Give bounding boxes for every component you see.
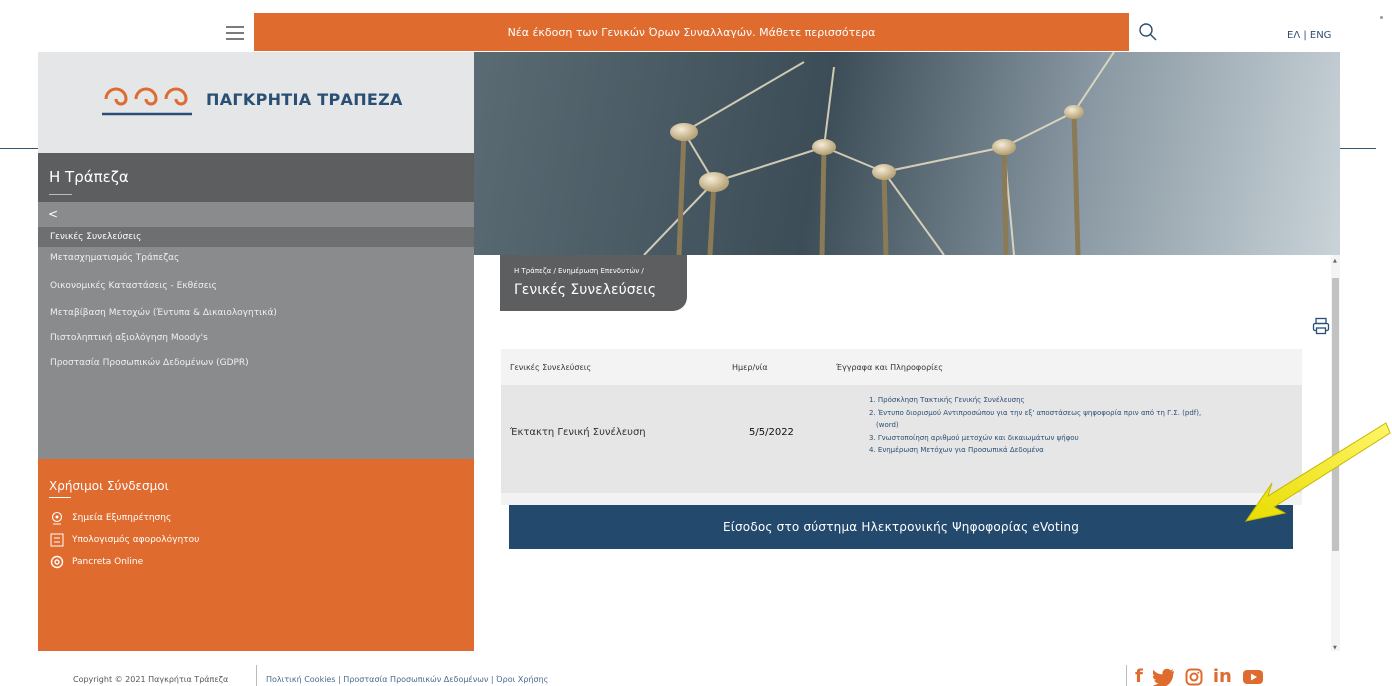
page-title: Γενικές Συνελεύσεις <box>514 282 657 298</box>
language-switcher[interactable]: ΕΛ | ENG <box>1287 30 1331 41</box>
column-header-documents: Έγγραφα και Πληροφορίες <box>836 363 943 372</box>
useful-links-panel: Χρήσιμοι Σύνδεσμοι Σημεία Εξυπηρέτησης Υ… <box>38 459 474 651</box>
at-sign-icon <box>50 555 64 569</box>
document-link-data-protection[interactable]: 4. Ενημέρωση Μετόχων για Προσωπικά Δεδομ… <box>869 444 1294 457</box>
page-header-box: Η Τράπεζα / Ενημέρωση Επενδυτών / Γενικέ… <box>500 255 687 311</box>
sidebar-item-financial-statements[interactable]: Οικονομικές Καταστάσεις - Εκθέσεις <box>38 276 474 296</box>
useful-link-tax-calculator[interactable]: Υπολογισμός αφορολόγητου <box>50 532 199 548</box>
sidebar-item-general-assemblies[interactable]: Γενικές Συνελεύσεις <box>38 227 474 247</box>
footer-divider <box>256 665 257 686</box>
back-chevron-icon[interactable]: < <box>48 207 58 221</box>
location-pin-icon <box>51 511 63 525</box>
sidebar-title-underline <box>49 194 72 195</box>
document-link-proxy-form-pdf[interactable]: 2. Έντυπο διορισμού Αντιπροσώπου για την… <box>869 407 1294 420</box>
sidebar-header: Η Τράπεζα <box>38 153 474 202</box>
calculator-icon <box>50 533 64 547</box>
instagram-icon[interactable] <box>1185 668 1203 686</box>
copyright-text: Copyright © 2021 Παγκρήτια Τράπεζα <box>73 675 229 684</box>
useful-link-label: Σημεία Εξυπηρέτησης <box>72 513 172 523</box>
annotation-arrow-icon <box>1244 422 1391 522</box>
evoting-login-button[interactable]: Είσοδος στο σύστημα Ηλεκτρονικής Ψηφοφορ… <box>509 505 1293 549</box>
facebook-icon[interactable]: f <box>1135 668 1143 686</box>
top-bar: Νέα έκδοση των Γενικών Όρων Συναλλαγών. … <box>0 0 1392 52</box>
linkedin-icon[interactable]: in <box>1213 668 1232 686</box>
documents-list: 1. Πρόσκληση Τακτικής Γενικής Συνέλευσης… <box>869 394 1294 457</box>
scroll-up-arrow-icon[interactable]: ▲ <box>1333 258 1337 264</box>
hero-image <box>474 52 1340 255</box>
bank-name: ΠΑΓΚΡΗΤΙΑ ΤΡΑΠΕΖΑ <box>206 90 403 109</box>
footer: Copyright © 2021 Παγκρήτια Τράπεζα Πολιτ… <box>0 651 1392 686</box>
sidebar-item-share-transfer[interactable]: Μεταβίβαση Μετοχών (Έντυπα & Δικαιολογητ… <box>38 303 474 323</box>
document-link-shares-notice[interactable]: 3. Γνωστοποίηση αριθμού μετοχών και δικα… <box>869 432 1294 445</box>
sidebar-menu: < Γενικές Συνελεύσεις Μετασχηματισμός Τρ… <box>38 202 474 459</box>
footer-links[interactable]: Πολιτική Cookies | Προστασία Προσωπικών … <box>266 675 548 684</box>
footer-divider <box>1126 665 1127 686</box>
announcement-banner[interactable]: Νέα έκδοση των Γενικών Όρων Συναλλαγών. … <box>254 13 1129 51</box>
evoting-label: Είσοδος στο σύστημα Ηλεκτρονικής Ψηφοφορ… <box>722 520 1080 534</box>
sidebar-item-transformation[interactable]: Μετασχηματισμός Τράπεζας <box>38 248 474 268</box>
column-header-date: Ημερ/νία <box>732 363 768 372</box>
announcement-text: Νέα έκδοση των Γενικών Όρων Συναλλαγών. … <box>507 25 876 39</box>
twitter-icon[interactable] <box>1152 668 1175 686</box>
sidebar-title: Η Τράπεζα <box>49 168 129 186</box>
page: Νέα έκδοση των Γενικών Όρων Συναλλαγών. … <box>0 0 1392 686</box>
sidebar-item-gdpr[interactable]: Προστασία Προσωπικών Δεδομένων (GDPR) <box>38 353 474 373</box>
table-row: Έκτακτη Γενική Συνέλευση 5/5/2022 1. Πρό… <box>501 385 1302 493</box>
search-icon[interactable] <box>1138 22 1158 42</box>
useful-link-branches[interactable]: Σημεία Εξυπηρέτησης <box>50 510 171 526</box>
network-pins-illustration <box>643 52 1115 255</box>
assembly-date: 5/5/2022 <box>749 427 794 438</box>
bank-logo-icon <box>102 87 192 116</box>
breadcrumb[interactable]: Η Τράπεζα / Ενημέρωση Επενδυτών / <box>514 267 644 275</box>
social-links: f in <box>1135 667 1264 686</box>
assembly-name: Έκτακτη Γενική Συνέλευση <box>510 427 646 438</box>
useful-link-label: Pancreta Online <box>72 557 144 567</box>
table-header: Γενικές Συνελεύσεις Ημερ/νία Έγγραφα και… <box>501 349 1302 385</box>
useful-links-title: Χρήσιμοι Σύνδεσμοι <box>49 479 169 493</box>
hamburger-icon[interactable] <box>226 26 244 40</box>
divider-line-left <box>0 148 38 149</box>
logo-area[interactable]: ΠΑΓΚΡΗΤΙΑ ΤΡΑΠΕΖΑ <box>38 52 474 153</box>
document-link-invitation[interactable]: 1. Πρόσκληση Τακτικής Γενικής Συνέλευσης <box>869 394 1294 407</box>
printer-icon[interactable] <box>1312 317 1330 335</box>
sidebar-item-moodys-rating[interactable]: Πιστοληπτική αξιολόγηση Moody's <box>38 328 474 348</box>
useful-link-label: Υπολογισμός αφορολόγητου <box>72 535 200 545</box>
useful-link-pancreta-online[interactable]: Pancreta Online <box>50 554 143 570</box>
document-link-proxy-form-word[interactable]: (word) <box>869 419 1294 432</box>
useful-links-underline <box>49 497 71 498</box>
table-row-partial <box>501 493 1302 505</box>
youtube-icon[interactable] <box>1242 668 1264 686</box>
column-header-assembly: Γενικές Συνελεύσεις <box>510 363 592 372</box>
page-corner-dot <box>1380 16 1383 19</box>
divider-line-right <box>1340 148 1376 149</box>
